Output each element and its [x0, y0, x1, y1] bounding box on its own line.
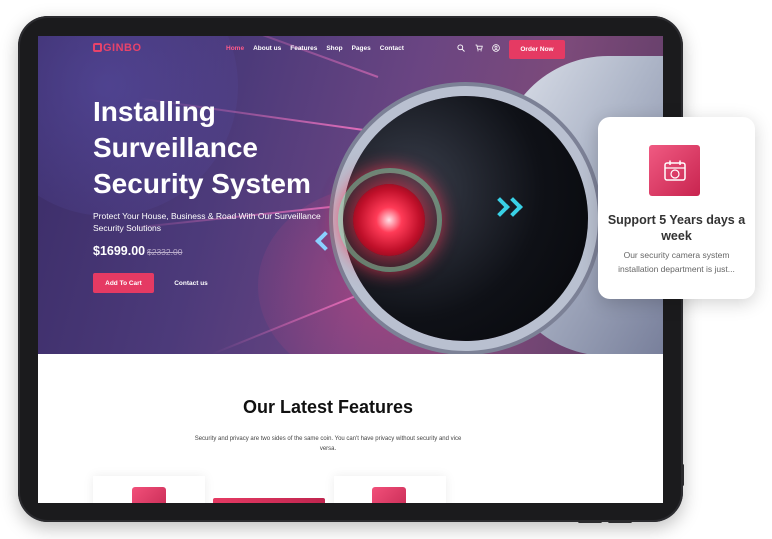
brand-logo[interactable]: GINBO — [93, 42, 142, 54]
hero-title-line: Surveillance — [93, 132, 258, 163]
feature-card-highlight[interactable] — [213, 498, 325, 503]
features-subtitle: Security and privacy are two sides of th… — [194, 436, 462, 452]
feature-card[interactable] — [334, 476, 446, 503]
hero-title-line: Security System — [93, 168, 311, 199]
search-icon[interactable] — [457, 44, 465, 52]
add-to-cart-button[interactable]: Add To Cart — [93, 273, 154, 293]
contact-us-button[interactable]: Contact us — [162, 273, 220, 293]
features-title: Our Latest Features — [242, 397, 414, 417]
nav-link-home[interactable]: Home — [226, 45, 244, 52]
support-title: Support 5 Years days a week — [607, 213, 746, 243]
hero-title: Installing Surveillance Security System — [93, 94, 353, 202]
phone-icon — [372, 487, 406, 503]
hero-section: GINBO Home About us Features Shop Pages … — [38, 36, 663, 354]
support-text: Our security camera system installation … — [618, 250, 735, 274]
logo-mark-icon — [93, 43, 102, 52]
tablet-bottom-button — [608, 520, 632, 523]
camera-lens — [353, 184, 425, 256]
nav-link-about[interactable]: About us — [253, 45, 281, 52]
feature-card[interactable] — [93, 476, 205, 503]
user-icon[interactable] — [492, 44, 500, 52]
support-card: Support 5 Years days a week Our security… — [598, 117, 755, 299]
cart-icon[interactable] — [475, 44, 483, 52]
nav-links: Home About us Features Shop Pages Contac… — [226, 45, 404, 52]
hero-title-line: Installing — [93, 96, 216, 127]
hero-subtitle: Protect Your House, Business & Road With… — [93, 211, 321, 233]
order-now-button[interactable]: Order Now — [509, 40, 565, 59]
tablet-bottom-button — [578, 520, 602, 523]
nav-link-pages[interactable]: Pages — [352, 45, 371, 52]
nav-link-features[interactable]: Features — [290, 45, 317, 52]
tablet-side-button — [681, 464, 684, 486]
brand-name: GINBO — [103, 42, 142, 54]
price: $1699.00 — [93, 244, 146, 258]
nav-link-shop[interactable]: Shop — [326, 45, 342, 52]
old-price: $2332.00 — [147, 247, 183, 257]
top-nav: GINBO Home About us Features Shop Pages … — [38, 36, 663, 64]
calendar-24h-icon — [649, 145, 700, 196]
monitor-icon — [132, 487, 166, 503]
nav-link-contact[interactable]: Contact — [380, 45, 404, 52]
website-screen: GINBO Home About us Features Shop Pages … — [38, 36, 663, 503]
